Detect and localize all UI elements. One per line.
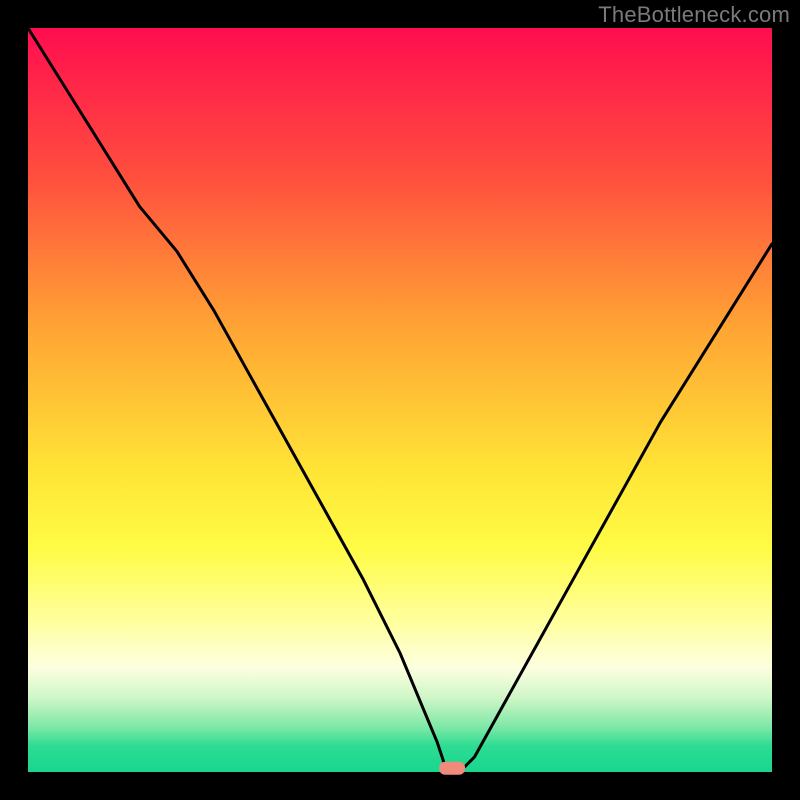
watermark-text: TheBottleneck.com xyxy=(598,2,790,28)
chart-container: { "watermark": "TheBottleneck.com", "col… xyxy=(0,0,800,800)
plot-background xyxy=(28,28,772,772)
optimum-marker xyxy=(439,762,465,775)
bottleneck-chart xyxy=(0,0,800,800)
